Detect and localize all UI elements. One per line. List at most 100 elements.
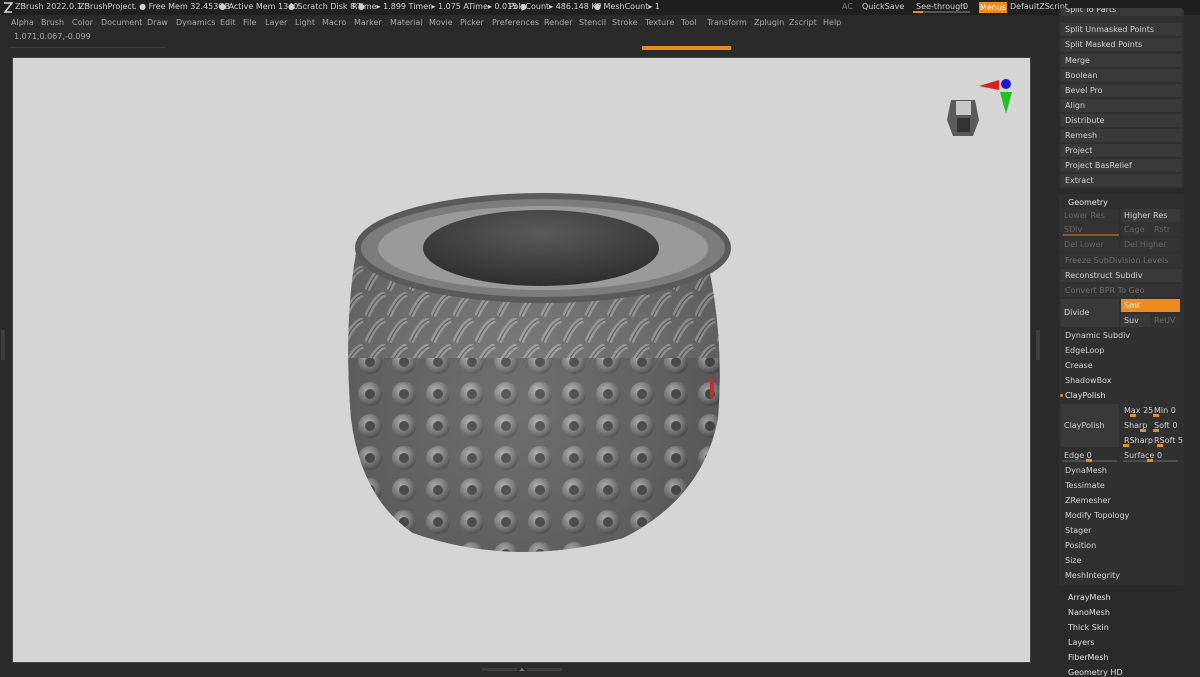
claypolish-button[interactable]: ClayPolish — [1061, 404, 1119, 447]
tessimate-button[interactable]: Tessimate — [1065, 481, 1105, 490]
quicksave-button[interactable]: QuickSave — [862, 2, 904, 11]
remesh-button[interactable]: Remesh — [1061, 129, 1182, 142]
navigation-gizmo-icon[interactable] — [947, 79, 1012, 136]
nanomesh-item[interactable]: NanoMesh — [1068, 608, 1110, 617]
rsoft-slider-knob[interactable] — [1157, 444, 1163, 447]
menu-zplugin[interactable]: Zplugin — [754, 18, 784, 27]
merge-button[interactable]: Merge — [1061, 54, 1182, 67]
sculpted-pot-model[interactable] — [13, 58, 1030, 662]
menu-preferences[interactable]: Preferences — [492, 18, 539, 27]
menu-edit[interactable]: Edit — [220, 18, 236, 27]
free-mem: . ● Free Mem 32.453GB — [134, 2, 230, 11]
zbrush-logo-icon — [3, 2, 13, 13]
dynamesh-button[interactable]: DynaMesh — [1065, 466, 1107, 475]
sdiv-slider-fill — [1063, 234, 1119, 236]
edgeloop-button[interactable]: EdgeLoop — [1065, 346, 1104, 355]
smt-toggle[interactable]: Smt — [1121, 299, 1180, 312]
menu-texture[interactable]: Texture — [645, 18, 674, 27]
geometry-hd-item[interactable]: Geometry HD — [1068, 668, 1123, 677]
lower-res-button[interactable]: Lower Res — [1061, 209, 1119, 222]
menu-layer[interactable]: Layer — [265, 18, 287, 27]
menu-brush[interactable]: Brush — [41, 18, 64, 27]
dynamic-subdiv-button[interactable]: Dynamic Subdiv — [1065, 331, 1130, 340]
fibermesh-item[interactable]: FiberMesh — [1068, 653, 1109, 662]
crease-button[interactable]: Crease — [1065, 361, 1093, 370]
menu-render[interactable]: Render — [544, 18, 572, 27]
geometry-header[interactable]: Geometry — [1068, 198, 1108, 207]
bottom-tray-handle[interactable] — [482, 667, 562, 672]
timers: RTime▸ 1.899 Timer▸ 1.075 ATime▸ 0.015 ● — [352, 2, 527, 11]
claypolish-toggle[interactable]: ClayPolish — [1065, 391, 1106, 400]
menu-document[interactable]: Document — [101, 18, 142, 27]
divide-button[interactable]: Divide — [1061, 299, 1119, 327]
boolean-button[interactable]: Boolean — [1061, 69, 1182, 82]
reconstruct-subdiv-button[interactable]: Reconstruct Subdiv — [1061, 269, 1182, 282]
split-masked-points-button[interactable]: Split Masked Points — [1061, 38, 1182, 51]
reuv-toggle[interactable]: ReUV — [1151, 314, 1180, 327]
meshcount: ● MeshCount▸ 1 — [594, 2, 660, 11]
zremesher-button[interactable]: ZRemesher — [1065, 496, 1111, 505]
rsoft-slider[interactable]: RSoft 5 — [1151, 434, 1183, 447]
menu-movie[interactable]: Movie — [429, 18, 453, 27]
del-higher-button[interactable]: Del Higher — [1121, 238, 1180, 251]
del-lower-button[interactable]: Del Lower — [1061, 238, 1119, 251]
rstr-button[interactable]: Rstr — [1151, 223, 1180, 236]
active-menu-indicator — [642, 46, 731, 50]
rsharp-slider-knob[interactable] — [1123, 444, 1129, 447]
menu-draw[interactable]: Draw — [147, 18, 168, 27]
higher-res-button[interactable]: Higher Res — [1121, 209, 1180, 222]
split-unmasked-points-button[interactable]: Split Unmasked Points — [1061, 23, 1182, 36]
position-button[interactable]: Position — [1065, 541, 1096, 550]
thick-skin-item[interactable]: Thick Skin — [1068, 623, 1109, 632]
stager-button[interactable]: Stager — [1065, 526, 1091, 535]
menu-bar: Alpha Brush Color Document Draw Dynamics… — [0, 15, 1060, 31]
document-canvas[interactable] — [12, 57, 1031, 663]
layers-item[interactable]: Layers — [1068, 638, 1094, 647]
align-button[interactable]: Align — [1061, 99, 1182, 112]
right-tray-handle[interactable] — [1036, 330, 1040, 360]
arraymesh-item[interactable]: ArrayMesh — [1068, 593, 1111, 602]
left-tray-handle[interactable] — [1, 330, 5, 360]
extract-button[interactable]: Extract — [1061, 174, 1182, 187]
cage-button[interactable]: Cage — [1121, 223, 1150, 236]
title-bar: ZBrush 2022.0.1 ZBrushProject . ● Free M… — [0, 0, 1200, 15]
convert-bpr-button[interactable]: Convert BPR To Geo — [1061, 284, 1182, 297]
menus-button[interactable]: Menus — [979, 2, 1007, 13]
menu-color[interactable]: Color — [72, 18, 93, 27]
menu-light[interactable]: Light — [295, 18, 315, 27]
menu-zscript[interactable]: Zscript — [789, 18, 817, 27]
menu-material[interactable]: Material — [390, 18, 423, 27]
menu-dynamics[interactable]: Dynamics — [176, 18, 215, 27]
menu-tool[interactable]: Tool — [681, 18, 697, 27]
menu-file[interactable]: File — [243, 18, 256, 27]
menu-alpha[interactable]: Alpha — [11, 18, 34, 27]
sharp-slider-knob[interactable] — [1140, 429, 1146, 432]
seethrough-label[interactable]: See-through — [916, 2, 965, 11]
modify-topology-button[interactable]: Modify Topology — [1065, 511, 1129, 520]
menu-picker[interactable]: Picker — [460, 18, 484, 27]
surface-slider-knob[interactable] — [1147, 459, 1153, 462]
shadowbox-button[interactable]: ShadowBox — [1065, 376, 1111, 385]
menu-help[interactable]: Help — [823, 18, 841, 27]
menu-macro[interactable]: Macro — [322, 18, 346, 27]
menu-stroke[interactable]: Stroke — [612, 18, 638, 27]
min-slider-knob[interactable] — [1153, 414, 1159, 417]
seethrough-slider-fill — [913, 11, 923, 13]
soft-slider-knob[interactable] — [1153, 429, 1159, 432]
edge-slider-knob[interactable] — [1086, 459, 1092, 462]
menu-stencil[interactable]: Stencil — [579, 18, 606, 27]
suv-toggle[interactable]: Suv — [1121, 314, 1150, 327]
bevel-pro-button[interactable]: Bevel Pro — [1061, 84, 1182, 97]
project-button[interactable]: Project — [1061, 144, 1182, 157]
freeze-subdivision-button[interactable]: Freeze SubDivision Levels — [1061, 254, 1182, 267]
max-slider-knob[interactable] — [1130, 414, 1136, 417]
seethrough-value: 0 — [963, 2, 969, 11]
distribute-button[interactable]: Distribute — [1061, 114, 1182, 127]
split-to-parts-button[interactable]: Split To Parts — [1061, 8, 1182, 16]
project-basrelief-button[interactable]: Project BasRelief — [1061, 159, 1182, 172]
menu-transform[interactable]: Transform — [707, 18, 747, 27]
size-button[interactable]: Size — [1065, 556, 1081, 565]
menu-marker[interactable]: Marker — [354, 18, 382, 27]
meshintegrity-button[interactable]: MeshIntegrity — [1065, 571, 1120, 580]
app-title: ZBrush 2022.0.1 — [15, 2, 82, 11]
